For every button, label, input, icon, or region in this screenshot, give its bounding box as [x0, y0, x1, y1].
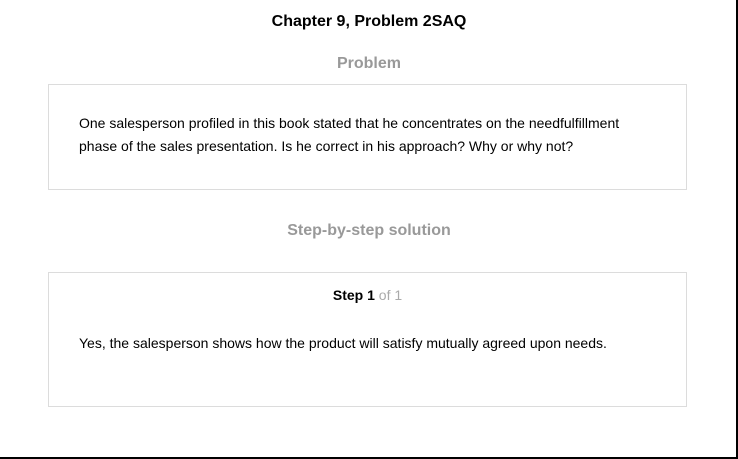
- problem-heading: Problem: [336, 55, 401, 72]
- solution-heading: Step-by-step solution: [287, 222, 451, 239]
- problem-text: One salesperson profiled in this book st…: [79, 115, 620, 154]
- step-total: of 1: [378, 287, 403, 303]
- step-header: Step 1 of 1: [49, 286, 686, 304]
- page-title: Chapter 9, Problem 2SAQ: [271, 13, 467, 30]
- step-number: 1: [367, 287, 375, 303]
- problem-card: One salesperson profiled in this book st…: [48, 84, 687, 190]
- solution-card: Step 1 of 1 Yes, the salesperson shows h…: [48, 272, 687, 407]
- solution-text: Yes, the salesperson shows how the produ…: [79, 335, 607, 351]
- step-label: Step: [332, 287, 364, 303]
